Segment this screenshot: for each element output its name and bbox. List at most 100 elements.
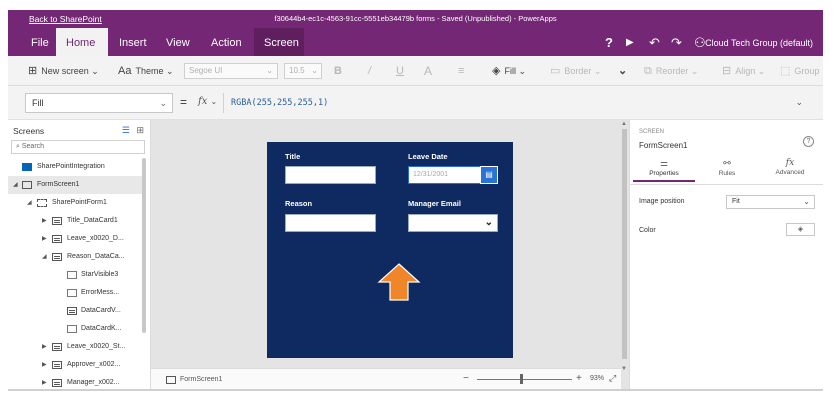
tab-rules-label: Rules: [718, 170, 736, 177]
manager-email-dropdown[interactable]: ⌄: [408, 214, 498, 232]
card-icon: [52, 253, 62, 261]
expand-triangle-icon[interactable]: ▶: [42, 338, 47, 356]
tab-screen[interactable]: Screen: [254, 28, 304, 56]
image-position-select[interactable]: Fit ⌄: [726, 195, 815, 209]
tree-item-title-datacard[interactable]: ▶ Title_DataCard1: [8, 212, 144, 230]
tab-advanced[interactable]: fx Advanced: [759, 158, 821, 182]
zoom-in-button[interactable]: +: [576, 373, 582, 384]
tab-insert[interactable]: Insert: [109, 28, 157, 56]
bold-button[interactable]: B: [334, 64, 342, 78]
tree-item-errormessage[interactable]: ErrorMess...: [8, 284, 144, 302]
tab-divider: [630, 184, 823, 185]
formula-expand-icon[interactable]: ⌄: [795, 97, 803, 108]
canvas-vertical-scrollbar[interactable]: ▲ ▼: [621, 121, 628, 372]
up-arrow-shape[interactable]: [377, 262, 421, 302]
font-select[interactable]: Segoe UI ⌄: [184, 63, 278, 79]
tab-home[interactable]: Home: [56, 28, 108, 56]
tree-item-leave-status-datacard[interactable]: ▶ Leave_x0020_St...: [8, 338, 144, 356]
tab-rules[interactable]: ⚯ Rules: [696, 158, 758, 182]
fx-button[interactable]: fx ⌄: [198, 96, 217, 107]
title-input[interactable]: [285, 166, 376, 184]
tree-item-sharepointform1[interactable]: ◢ SharePointForm1: [8, 194, 144, 212]
collapse-triangle-icon[interactable]: ◢: [42, 248, 47, 266]
zoom-slider-handle[interactable]: [520, 374, 523, 384]
tree-item-leave-date-datacard[interactable]: ▶ Leave_x0020_D...: [8, 230, 144, 248]
tree-item-starvisible3[interactable]: StarVisible3: [8, 266, 144, 284]
ribbon-collapse-icon[interactable]: ⌄: [618, 64, 627, 78]
help-icon[interactable]: ?: [803, 136, 814, 147]
leave-date-input[interactable]: 12/31/2001: [408, 166, 484, 184]
reason-input[interactable]: [285, 214, 376, 232]
tree-item-label: Leave_x0020_St...: [67, 343, 126, 350]
theme-button[interactable]: Aa Theme ⌄: [118, 64, 174, 78]
italic-button[interactable]: /: [368, 64, 371, 78]
tree-item-datacardkey[interactable]: DataCardK...: [8, 320, 144, 338]
play-icon[interactable]: ▶: [626, 28, 634, 56]
screens-view-toggle[interactable]: ☰ ⊞: [122, 125, 144, 136]
formula-input[interactable]: RGBA(255,255,255,1): [223, 93, 808, 113]
list-view-icon[interactable]: ☰: [122, 125, 130, 135]
fx-icon: fx: [785, 158, 795, 168]
tab-action[interactable]: Action: [201, 28, 252, 56]
card-icon: [52, 235, 62, 243]
tree-item-manager-datacard[interactable]: ▶ Manager_x002...: [8, 374, 144, 389]
new-screen-button[interactable]: ⊞ New screen ⌄: [28, 64, 99, 78]
fit-to-window-icon[interactable]: ⤢: [609, 373, 616, 384]
scrollbar-thumb[interactable]: [622, 129, 627, 359]
form-screen-preview[interactable]: Title Leave Date 12/31/2001 ▤ Reason Man…: [267, 142, 513, 358]
align-label: Align: [735, 66, 756, 76]
font-value: Segoe UI: [189, 66, 223, 75]
new-screen-icon: ⊞: [28, 65, 38, 77]
tree-item-sharepointintegration[interactable]: SharePointIntegration: [8, 158, 144, 176]
tab-properties[interactable]: ⚌ Properties: [633, 158, 695, 182]
tree-scrollbar[interactable]: [142, 158, 146, 333]
calendar-icon[interactable]: ▤: [480, 166, 498, 184]
property-select[interactable]: Fill ⌄: [25, 93, 173, 113]
scroll-up-icon[interactable]: ▲: [621, 121, 627, 127]
align-button[interactable]: ⊟ Align ⌄: [722, 64, 765, 78]
user-icon[interactable]: ⚇: [694, 28, 706, 56]
reason-field-label: Reason: [285, 199, 313, 208]
underline-button[interactable]: U: [396, 64, 404, 78]
font-size-value: 10.5: [289, 66, 305, 75]
zoom-control: − + 93% ⤢: [463, 373, 621, 386]
expand-triangle-icon[interactable]: ▶: [42, 230, 47, 248]
tab-view[interactable]: View: [156, 28, 200, 56]
manager-email-field-label: Manager Email: [408, 199, 461, 208]
fill-label: Fill: [504, 66, 516, 76]
screens-search-input[interactable]: ⌕ Search: [11, 140, 145, 154]
fill-button[interactable]: ◈ Fill ⌄: [492, 64, 526, 78]
current-screen-indicator[interactable]: FormScreen1: [166, 375, 222, 384]
sharepoint-icon: [22, 163, 32, 171]
account-name[interactable]: Cloud Tech Group (default): [705, 28, 813, 56]
property-value: Fill: [32, 98, 44, 108]
grid-view-icon[interactable]: ⊞: [136, 125, 144, 135]
font-color-button[interactable]: A: [424, 64, 432, 78]
scroll-down-icon[interactable]: ▼: [621, 366, 627, 372]
zoom-slider-track[interactable]: [477, 379, 572, 380]
tree-item-datacardvalue[interactable]: DataCardV...: [8, 302, 144, 320]
collapse-triangle-icon[interactable]: ◢: [27, 194, 32, 212]
tree-item-reason-datacard[interactable]: ◢ Reason_DataCa...: [8, 248, 144, 266]
search-icon: ⌕: [16, 143, 20, 150]
tree-item-formscreen1[interactable]: ◢ FormScreen1: [8, 176, 144, 194]
expand-triangle-icon[interactable]: ▶: [42, 356, 47, 374]
undo-icon[interactable]: ↶: [649, 28, 660, 56]
zoom-out-button[interactable]: −: [463, 373, 469, 384]
help-icon[interactable]: ?: [605, 28, 613, 56]
text-align-button[interactable]: ≡: [458, 64, 464, 78]
collapse-triangle-icon[interactable]: ◢: [13, 176, 18, 194]
tree-item-approver-datacard[interactable]: ▶ Approver_x002...: [8, 356, 144, 374]
properties-panel: SCREEN FormScreen1 ? ⚌ Properties ⚯ Rules …: [629, 120, 823, 389]
tab-properties-label: Properties: [649, 170, 679, 177]
text-icon: [67, 271, 77, 279]
reorder-button[interactable]: ⧉ Reorder ⌄: [644, 64, 698, 78]
group-button[interactable]: ⬚ Group: [780, 64, 819, 78]
color-picker-button[interactable]: ◈: [786, 223, 815, 236]
tab-file[interactable]: File: [21, 28, 59, 56]
expand-triangle-icon[interactable]: ▶: [42, 374, 47, 389]
border-button[interactable]: ▭ Border ⌄: [550, 64, 601, 78]
redo-icon[interactable]: ↷: [671, 28, 682, 56]
font-size-select[interactable]: 10.5 ⌄: [284, 63, 322, 79]
expand-triangle-icon[interactable]: ▶: [42, 212, 47, 230]
